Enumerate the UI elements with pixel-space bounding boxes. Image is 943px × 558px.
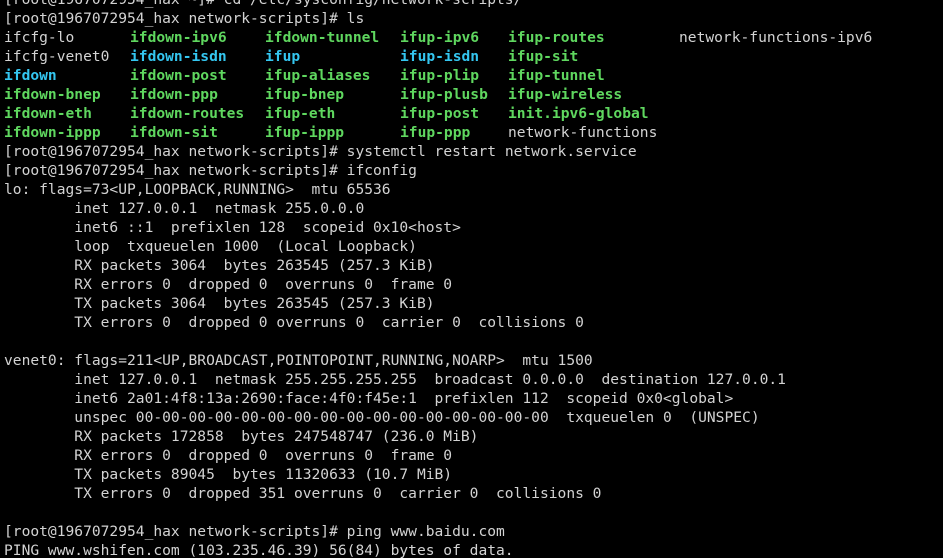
ifconfig-line: RX errors 0 dropped 0 overruns 0 frame 0	[4, 447, 453, 464]
ifconfig-line: lo: flags=73<UP,LOOPBACK,RUNNING> mtu 65…	[4, 181, 391, 198]
ping-command-line: [root@1967072954_hax network-scripts]# p…	[4, 522, 943, 541]
ls-entry: ifup-eth	[265, 105, 336, 122]
ifconfig-line	[4, 503, 943, 522]
ls-entry: ifup-post	[400, 105, 480, 122]
ls-entry: ifup-plip	[400, 67, 480, 84]
terminal-output: [root@1967072954_hax ~]# cd /etc/sysconf…	[4, 0, 943, 558]
ls-output: ifcfg-lo ifdown-ipv6 ifdown-tunnel ifup-ipv…	[4, 28, 943, 142]
shell-prompt: [root@1967072954_hax network-scripts]#	[4, 10, 347, 27]
command-text: ping www.baidu.com	[346, 523, 505, 540]
ls-entry: ifdown-tunnel	[265, 29, 380, 46]
ls-entry: ifup-bnep	[265, 86, 345, 103]
ls-row: ifdown-eth ifdown-routes ifup-eth ifup-post…	[4, 104, 943, 123]
ls-entry: ifup-ipv6	[400, 29, 480, 46]
shell-prompt: [root@1967072954_hax network-scripts]#	[4, 523, 347, 540]
ifconfig-line: TX packets 3064 bytes 263545 (257.3 KiB)	[4, 295, 435, 312]
ifconfig-output: lo: flags=73<UP,LOOPBACK,RUNNING> mtu 65…	[4, 180, 943, 522]
shell-prompt: [root@1967072954_hax network-scripts]#	[4, 162, 347, 179]
ifconfig-command-line: [root@1967072954_hax network-scripts]# i…	[4, 161, 943, 180]
ls-entry: ifdown-isdn	[130, 48, 227, 65]
ls-entry: ifdown-ppp	[130, 86, 218, 103]
ifconfig-line: inet 127.0.0.1 netmask 255.0.0.0	[4, 200, 365, 217]
ls-entry: network-functions	[508, 124, 658, 141]
ifconfig-line: RX packets 172858 bytes 247548747 (236.0…	[4, 428, 479, 445]
ls-entry: ifdown-ipv6	[130, 29, 227, 46]
ls-entry: ifdown-ippp	[4, 124, 101, 141]
ifconfig-line: RX packets 3064 bytes 263545 (257.3 KiB)	[4, 257, 435, 274]
restart-command-line: [root@1967072954_hax network-scripts]# s…	[4, 142, 943, 161]
ifconfig-line: loop txqueuelen 1000 (Local Loopback)	[4, 238, 417, 255]
ping-output-line: PING www.wshifen.com (103.235.46.39) 56(…	[4, 542, 514, 558]
ls-entry: ifup-aliases	[265, 67, 371, 84]
ls-row: ifdown-ippp ifdown-sit ifup-ippp ifup-ppp ne…	[4, 123, 943, 142]
ls-entry: ifup-tunnel	[508, 67, 605, 84]
ls-entry: ifdown-sit	[130, 124, 218, 141]
command-text: ifconfig	[346, 162, 417, 179]
ls-entry: ifdown-bnep	[4, 86, 101, 103]
ifconfig-line: venet0: flags=211<UP,BROADCAST,POINTOPOI…	[4, 352, 593, 369]
ls-entry: init.ipv6-global	[508, 105, 649, 122]
ls-row: ifcfg-lo ifdown-ipv6 ifdown-tunnel ifup-ipv…	[4, 28, 943, 47]
ls-entry: ifdown	[4, 67, 57, 84]
ls-entry: ifdown-post	[130, 67, 227, 84]
ifconfig-line: RX errors 0 dropped 0 overruns 0 frame 0	[4, 276, 453, 293]
ls-entry: ifup-sit	[508, 48, 579, 65]
ls-row: ifcfg-venet0 ifdown-isdn ifup ifup-isdn ifup…	[4, 47, 943, 66]
ls-entry: ifup-plusb	[400, 86, 488, 103]
ifconfig-line: inet6 ::1 prefixlen 128 scopeid 0x10<hos…	[4, 219, 461, 236]
ifconfig-line: TX errors 0 dropped 0 overruns 0 carrier…	[4, 314, 584, 331]
ifconfig-line: TX errors 0 dropped 351 overruns 0 carri…	[4, 485, 602, 502]
shell-prompt: [root@1967072954_hax network-scripts]#	[4, 143, 347, 160]
command-text: ls	[346, 10, 365, 27]
ifconfig-line	[4, 332, 943, 351]
ifconfig-line: TX packets 89045 bytes 11320633 (10.7 Mi…	[4, 466, 453, 483]
ifconfig-line: unspec 00-00-00-00-00-00-00-00-00-00-00-…	[4, 409, 760, 426]
cd-command-line: [root@1967072954_hax ~]# cd /etc/sysconf…	[4, 0, 943, 9]
ifconfig-line: inet 127.0.0.1 netmask 255.255.255.255 b…	[4, 371, 786, 388]
terminal-window[interactable]: [root@1967072954_hax ~]# cd /etc/sysconf…	[0, 0, 943, 558]
ls-row: ifdown-bnep ifdown-ppp ifup-bnep ifup-plusb…	[4, 85, 943, 104]
ifconfig-line: inet6 2a01:4f8:13a:2690:face:4f0:f45e:1 …	[4, 390, 734, 407]
ls-row: ifdown ifdown-post ifup-aliases ifup-plip if…	[4, 66, 943, 85]
command-text: systemctl restart network.service	[346, 143, 637, 160]
ls-entry: ifup-isdn	[400, 48, 480, 65]
ls-entry: ifup-wireless	[508, 86, 623, 103]
ls-entry: ifup	[265, 48, 301, 65]
ls-entry: ifup-ppp	[400, 124, 471, 141]
ls-entry: ifdown-eth	[4, 105, 92, 122]
ls-entry: ifcfg-lo	[4, 29, 75, 46]
ls-entry: ifcfg-venet0	[4, 48, 110, 65]
ls-command-line: [root@1967072954_hax network-scripts]# l…	[4, 9, 943, 28]
ls-entry: ifup-ippp	[265, 124, 345, 141]
ls-entry: ifdown-routes	[130, 105, 245, 122]
ls-entry: network-functions-ipv6	[679, 29, 873, 46]
ls-entry: ifup-routes	[508, 29, 605, 46]
